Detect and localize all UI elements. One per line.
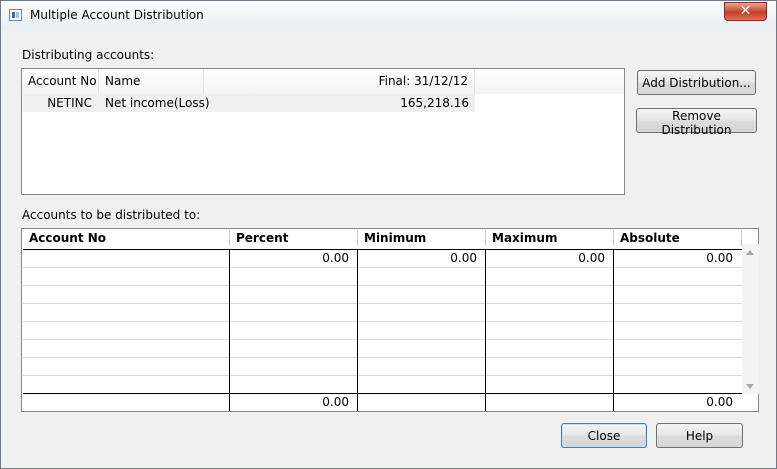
column-header-name[interactable]: Name [99,69,204,94]
column-header-filler [475,69,624,94]
help-button[interactable]: Help [656,423,743,448]
distributed-to-label: Accounts to be distributed to: [22,208,201,222]
grid-cell-account-no[interactable] [24,250,224,267]
grid-line [23,285,743,286]
close-button[interactable]: Close [561,423,647,448]
dialog-window: Multiple Account Distribution ✕ Distribu… [0,0,777,469]
grid-header-percent[interactable]: Percent [230,230,358,246]
close-window-icon[interactable]: ✕ [724,2,767,21]
vertical-scrollbar[interactable] [742,244,759,394]
grid-cell-percent[interactable]: 0.00 [232,250,349,267]
column-header-account-no[interactable]: Account No [22,69,99,94]
grid-column-divider [485,249,486,411]
grid-cell-minimum[interactable]: 0.00 [360,250,477,267]
grid-line [23,303,743,304]
grid-header-maximum[interactable]: Maximum [486,230,614,246]
scroll-down-icon[interactable] [746,384,754,389]
distributing-accounts-list[interactable]: Account No Name Final: 31/12/12 NETINC N… [21,68,625,195]
grid-column-divider [357,249,358,411]
scroll-up-icon[interactable] [746,250,754,255]
add-distribution-button[interactable]: Add Distribution... [637,70,756,95]
grid-cell-maximum[interactable]: 0.00 [488,250,605,267]
table-row[interactable]: NETINC Net income(Loss) 165,218.16 [23,94,475,112]
grid-header-absolute[interactable]: Absolute [614,230,742,246]
grid-line [23,267,743,268]
grid-line [23,357,743,358]
window-title: Multiple Account Distribution [30,8,204,22]
grid-cell-absolute[interactable]: 0.00 [616,250,733,267]
total-absolute: 0.00 [706,395,733,409]
column-header-final[interactable]: Final: 31/12/12 [204,69,475,94]
total-percent: 0.00 [322,395,349,409]
grid-line [23,339,743,340]
grid-column-divider [613,249,614,411]
total-minimum [360,394,477,411]
total-maximum [488,394,605,411]
grid-line [23,375,743,376]
distribution-grid[interactable]: Account No Percent Minimum Maximum Absol… [21,228,759,412]
window-icon [9,9,22,21]
title-bar: Multiple Account Distribution ✕ [1,1,776,30]
row-account-no: NETINC [47,96,92,110]
grid-column-divider [229,249,230,411]
grid-header-minimum[interactable]: Minimum [358,230,486,246]
distributing-accounts-label: Distributing accounts: [22,48,155,62]
remove-distribution-button[interactable]: Remove Distribution [636,108,757,137]
grid-header-account-no[interactable]: Account No [23,230,230,246]
row-final-value: 165,218.16 [400,96,469,110]
grid-line [23,321,743,322]
